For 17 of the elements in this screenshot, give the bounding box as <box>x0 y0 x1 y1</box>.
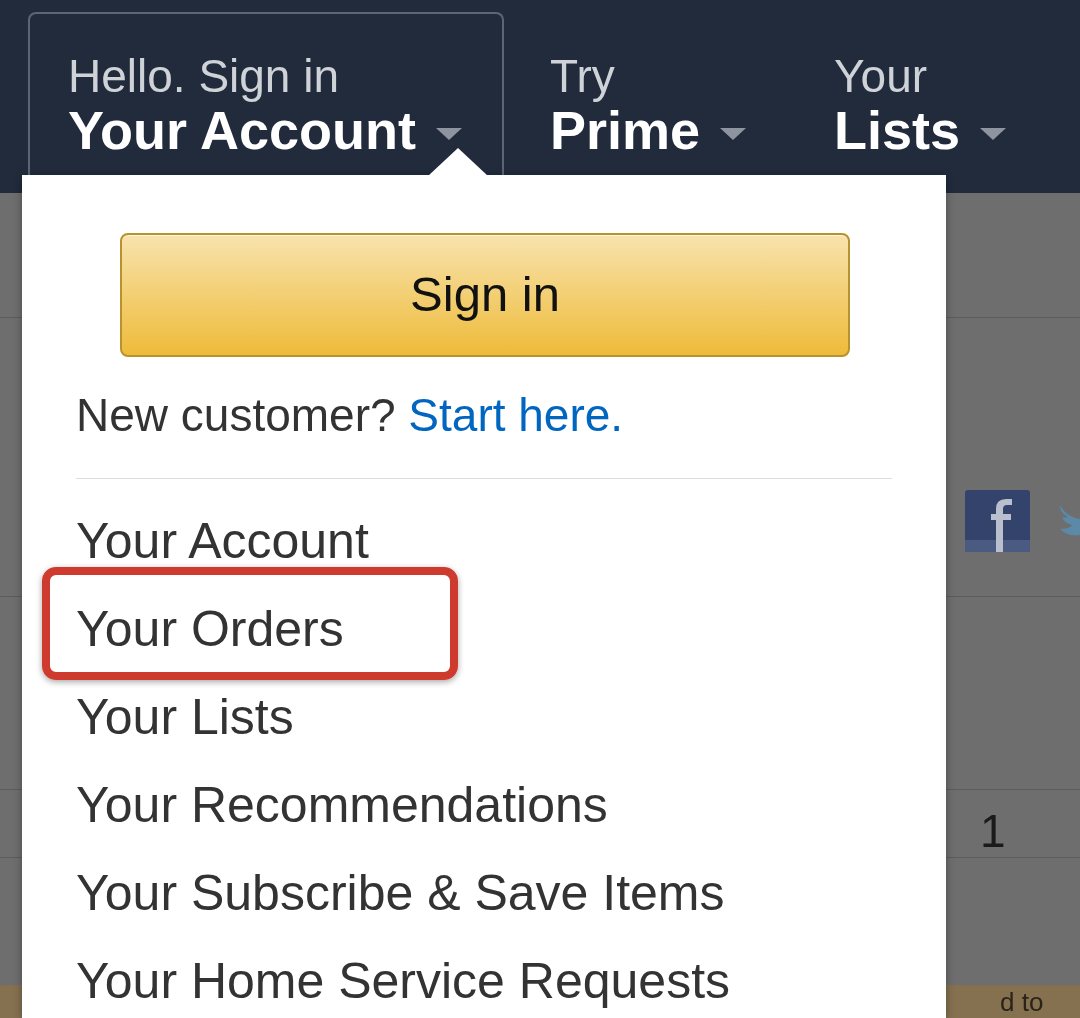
menu-item[interactable]: Your Account <box>76 511 369 571</box>
new-customer-prompt: New customer? Start here. <box>76 388 625 443</box>
menu-item[interactable]: Your Home Service Requests <box>76 951 731 1011</box>
sign-in-button[interactable]: Sign in <box>120 233 850 357</box>
menu-item[interactable]: Your Subscribe & Save Items <box>76 863 725 923</box>
start-here-link[interactable]: Start here. <box>408 389 624 441</box>
menu-item[interactable]: Your Orders <box>76 599 344 659</box>
caret-icon <box>980 128 1007 140</box>
menu-item[interactable]: Your Lists <box>76 687 294 747</box>
nav-menu-link[interactable]: Your Lists <box>794 12 1049 193</box>
caret-icon <box>436 128 462 140</box>
facebook-icon[interactable] <box>965 490 1030 552</box>
banner-text: d to <box>1000 987 1044 1017</box>
caret-icon <box>720 128 747 140</box>
quantity-value: 1 <box>980 805 1006 857</box>
nav-menu-link[interactable]: Try Prime <box>510 12 789 193</box>
menu-item[interactable]: Your Recommendations <box>76 775 608 835</box>
